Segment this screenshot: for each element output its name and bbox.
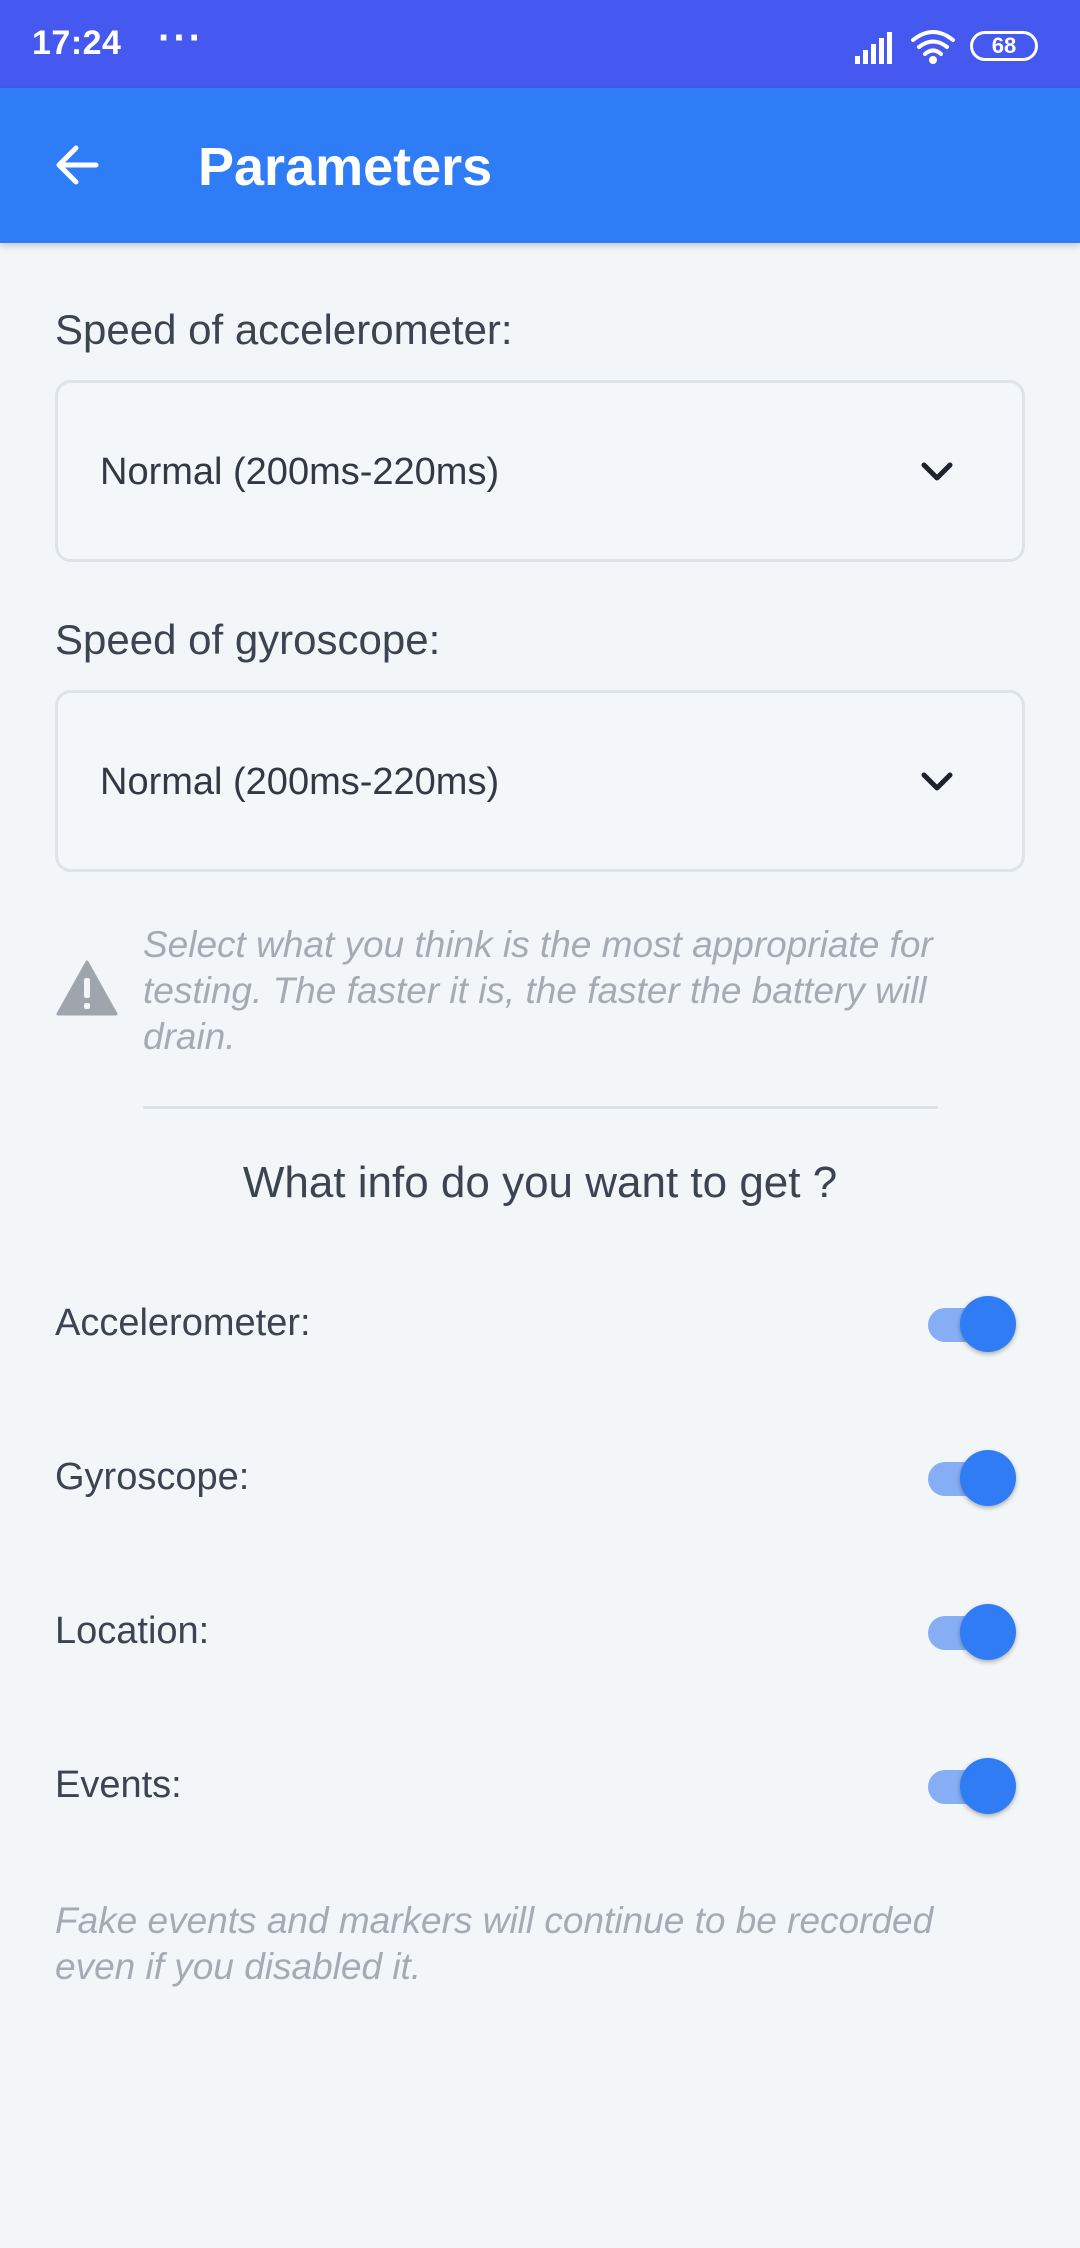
more-notifications-icon: ··· xyxy=(158,16,204,60)
events-toggle[interactable] xyxy=(928,1758,1018,1814)
location-toggle-label: Location: xyxy=(55,1610,210,1652)
toggle-thumb xyxy=(960,1450,1016,1506)
gyroscope-speed-value: Normal (200ms-220ms) xyxy=(100,761,500,803)
toggle-thumb xyxy=(960,1758,1016,1814)
footnote-text: Fake events and markers will continue to… xyxy=(55,1900,934,1987)
toggle-row-location: Location: xyxy=(0,1592,1080,1672)
arrow-left-icon[interactable] xyxy=(52,140,102,190)
section-title: What info do you want to get ? xyxy=(242,1158,838,1207)
accelerometer-speed-select[interactable]: Normal (200ms-220ms) xyxy=(55,380,1025,562)
events-toggle-label: Events: xyxy=(55,1764,182,1806)
toggle-thumb xyxy=(960,1296,1016,1352)
gyroscope-speed-select[interactable]: Normal (200ms-220ms) xyxy=(55,690,1025,872)
gyroscope-toggle[interactable] xyxy=(928,1450,1018,1506)
status-bar: 17:24 ··· 68 xyxy=(0,0,1080,88)
chevron-down-icon xyxy=(921,772,953,791)
battery-level: 68 xyxy=(991,33,1017,58)
location-toggle[interactable] xyxy=(928,1604,1018,1660)
accelerometer-speed-value: Normal (200ms-220ms) xyxy=(100,451,500,493)
toggle-row-gyroscope: Gyroscope: xyxy=(0,1438,1080,1518)
signal-icon xyxy=(855,32,892,64)
page-title: Parameters xyxy=(198,137,493,197)
toggle-thumb xyxy=(960,1604,1016,1660)
divider xyxy=(143,1106,938,1109)
accelerometer-toggle-label: Accelerometer: xyxy=(55,1302,311,1344)
app-bar: Parameters xyxy=(0,88,1080,243)
status-time: 17:24 xyxy=(32,24,122,62)
gyroscope-toggle-label: Gyroscope: xyxy=(55,1456,250,1498)
toggle-row-events: Events: xyxy=(0,1746,1080,1826)
accelerometer-toggle[interactable] xyxy=(928,1296,1018,1352)
battery-icon: 68 xyxy=(970,31,1038,61)
gyroscope-speed-label: Speed of gyroscope: xyxy=(55,616,441,663)
toggle-row-accelerometer: Accelerometer: xyxy=(0,1284,1080,1364)
accelerometer-speed-label: Speed of accelerometer: xyxy=(55,306,513,353)
wifi-icon xyxy=(911,30,955,64)
warning-icon xyxy=(56,960,118,1016)
warning-text: Select what you think is the most approp… xyxy=(143,924,933,1057)
chevron-down-icon xyxy=(921,462,953,481)
